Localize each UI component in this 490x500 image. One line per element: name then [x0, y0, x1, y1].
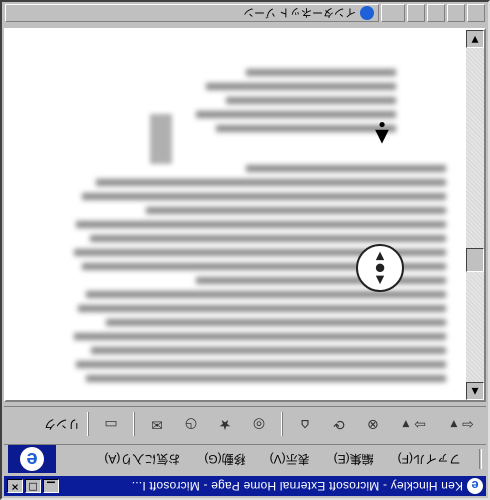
- favorites-button[interactable]: ★: [210, 410, 240, 440]
- maximize-button[interactable]: □: [25, 479, 41, 493]
- mail-button[interactable]: ✉: [142, 410, 172, 440]
- blurred-page-text: [56, 60, 456, 390]
- scroll-thumb[interactable]: [466, 248, 484, 272]
- status-zone-label: インターネット ゾーン: [243, 6, 356, 18]
- browser-window: e Ken Hinckley - Microsoft External Home…: [0, 0, 490, 500]
- auto-scroll-cursor-icon: ▲ •: [370, 113, 394, 148]
- menu-edit[interactable]: 編集(E): [322, 451, 386, 468]
- scroll-center-dot-icon: ●: [375, 262, 385, 275]
- blurred-heading: [150, 114, 172, 164]
- status-pane: [407, 4, 425, 22]
- menu-file[interactable]: ファイル(F): [386, 451, 473, 468]
- status-zone: インターネット ゾーン: [5, 4, 379, 22]
- status-bar: インターネット ゾーン: [4, 2, 486, 24]
- scroll-down-arrow-icon: ▼: [375, 250, 385, 263]
- home-button[interactable]: ⌂: [290, 410, 320, 440]
- close-button[interactable]: ×: [7, 479, 23, 493]
- vertical-scrollbar[interactable]: ▲ ▼: [466, 30, 484, 400]
- page-content[interactable]: ▲ ● ▼ ▲ • ▲ ▼: [4, 28, 486, 402]
- stop-button[interactable]: ⊗: [358, 410, 388, 440]
- ie-zone-icon: [360, 6, 374, 20]
- toolbar: ⇦ ▾ ⇨ ▾ ⊗ ⟳ ⌂ ◎ ★ ◷ ✉ ▭ リンク: [4, 406, 486, 442]
- menu-favorites[interactable]: お気に入り(A): [92, 451, 192, 468]
- menu-go[interactable]: 移動(G): [192, 451, 257, 468]
- back-button[interactable]: ⇦ ▾: [440, 410, 484, 440]
- links-label[interactable]: リンク: [44, 416, 80, 433]
- history-button[interactable]: ◷: [176, 410, 206, 440]
- forward-button[interactable]: ⇨ ▾: [392, 410, 436, 440]
- status-pane: [447, 4, 465, 22]
- status-pane: [381, 4, 405, 22]
- cursor-dot: •: [376, 113, 388, 134]
- refresh-button[interactable]: ⟳: [324, 410, 354, 440]
- title-bar[interactable]: e Ken Hinckley - Microsoft External Home…: [4, 476, 486, 496]
- auto-scroll-origin-icon: ▲ ● ▼: [356, 244, 404, 292]
- scroll-down-button[interactable]: ▼: [466, 30, 484, 48]
- toolbar-separator: [281, 412, 283, 437]
- search-button[interactable]: ◎: [244, 410, 274, 440]
- print-button[interactable]: ▭: [96, 410, 126, 440]
- status-pane: [467, 4, 485, 22]
- toolbar-separator: [133, 412, 135, 437]
- status-pane: [427, 4, 445, 22]
- menu-view[interactable]: 表示(V): [258, 451, 322, 468]
- scroll-up-button[interactable]: ▲: [466, 382, 484, 400]
- menu-grip[interactable]: [479, 449, 482, 470]
- toolbar-separator: [87, 412, 89, 437]
- minimize-button[interactable]: ▁: [43, 479, 59, 493]
- ie-logo-icon: e: [467, 478, 483, 494]
- menu-bar: ファイル(F) 編集(E) 表示(V) 移動(G) お気に入り(A) e: [4, 444, 486, 474]
- window-title: Ken Hinckley - Microsoft External Home P…: [131, 479, 463, 493]
- ie-throbber-icon: e: [8, 445, 56, 473]
- scroll-up-arrow-icon: ▲: [375, 274, 385, 287]
